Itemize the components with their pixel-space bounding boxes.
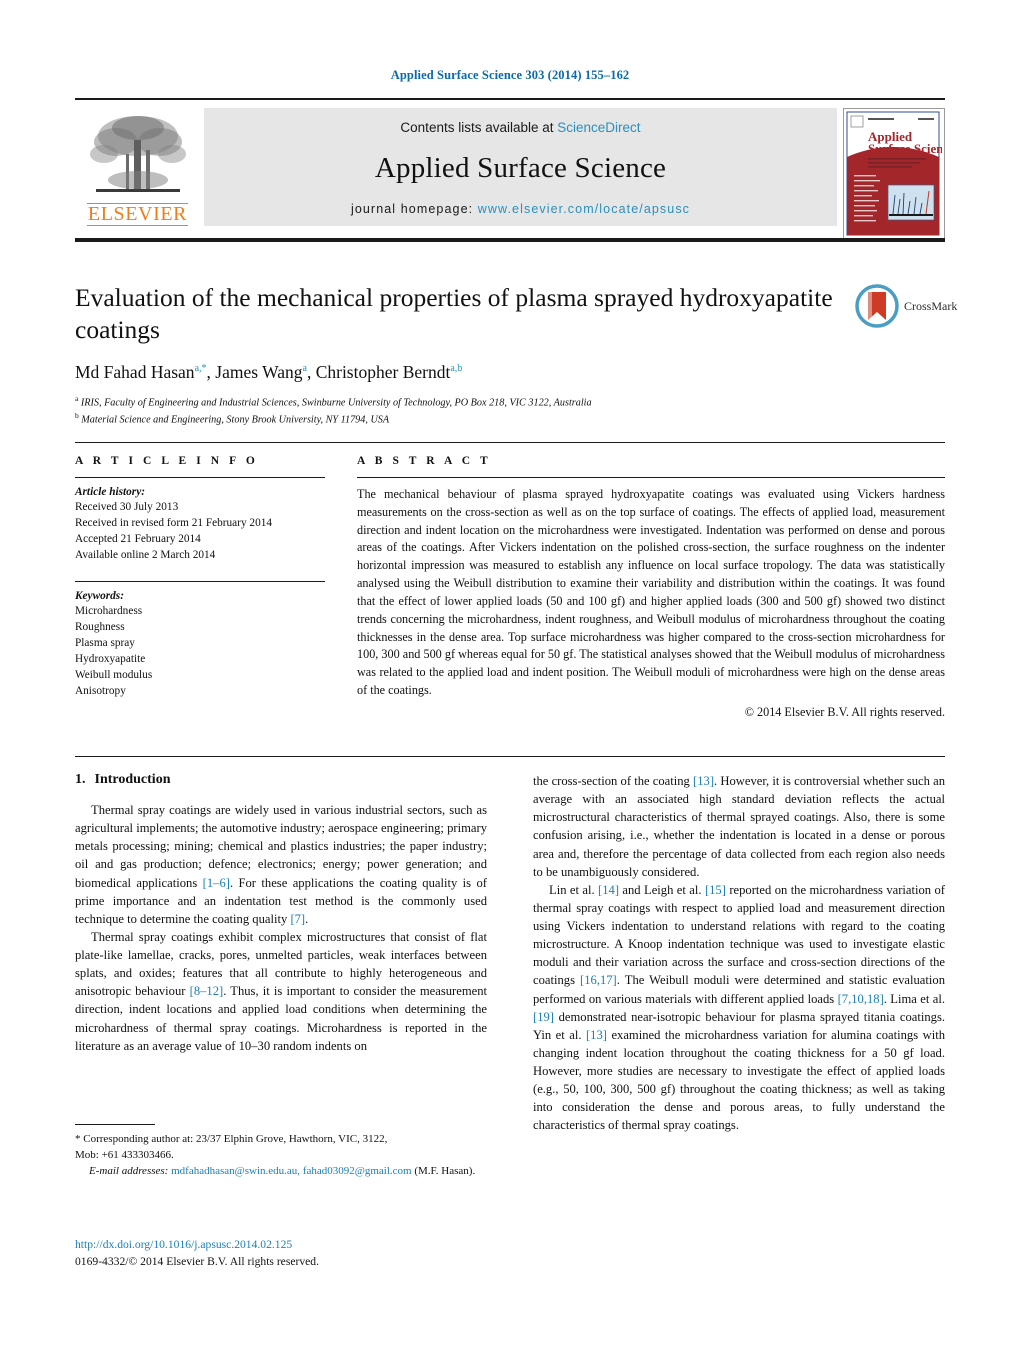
reference-link[interactable]: [19] — [533, 1010, 554, 1024]
article-info-section: A R T I C L E I N F O Article history: R… — [75, 455, 325, 699]
doi-link[interactable]: http://dx.doi.org/10.1016/j.apsusc.2014.… — [75, 1236, 575, 1253]
reference-link[interactable]: [7] — [290, 912, 305, 926]
abstract-text: The mechanical behaviour of plasma spray… — [357, 487, 945, 697]
email-links[interactable]: mdfahadhasan@swin.edu.au, fahad03092@gma… — [171, 1165, 412, 1177]
section-title: Introduction — [94, 772, 171, 787]
keyword-item: Roughness — [75, 621, 125, 634]
journal-masthead: ELSEVIER Contents lists available at Sci… — [75, 98, 945, 241]
keywords-label: Keywords: — [75, 590, 124, 603]
paragraph: Thermal spray coatings are widely used i… — [75, 803, 487, 926]
keyword-item: Anisotropy — [75, 685, 126, 698]
svg-text:Surface Science: Surface Science — [868, 141, 942, 156]
reference-link[interactable]: [14] — [598, 883, 619, 897]
paragraph: Thermal spray coatings exhibit complex m… — [75, 929, 487, 1053]
author-entry: Christopher Berndta,b — [316, 362, 463, 382]
contents-prefix: Contents lists available at — [400, 120, 554, 135]
journal-title: Applied Surface Science — [374, 152, 667, 184]
email-note: E-mail addresses: mdfahadhasan@swin.edu.… — [75, 1164, 487, 1180]
keywords-block: Keywords: Microhardness Roughness Plasma… — [75, 581, 325, 699]
article-history-item: Available online 2 March 2014 — [75, 549, 216, 562]
sciencedirect-link[interactable]: ScienceDirect — [557, 120, 640, 135]
article-info-rule — [75, 477, 325, 478]
elsevier-wordmark: ELSEVIER — [86, 203, 189, 226]
journal-cover-thumbnail: Applied Surface Science — [843, 108, 945, 241]
keywords-rule — [75, 581, 325, 583]
author-name: Md Fahad Hasan — [75, 362, 195, 383]
abstract-rule — [357, 477, 945, 478]
journal-band: Contents lists available at ScienceDirec… — [204, 108, 837, 226]
section-heading-introduction: 1. Introduction — [75, 772, 487, 788]
author-entry: Md Fahad Hasana,* — [75, 362, 207, 382]
title-block: Evaluation of the mechanical properties … — [75, 282, 835, 429]
affiliation-list: a IRIS, Faculty of Engineering and Indus… — [75, 394, 835, 428]
author-entry: James Wanga — [215, 362, 307, 382]
footnote-block: * Corresponding author at: 23/37 Elphin … — [75, 1124, 487, 1180]
affiliation-text: IRIS, Faculty of Engineering and Industr… — [80, 397, 592, 409]
body-column-left: 1. Introduction Thermal spray coatings ar… — [75, 772, 487, 1055]
reference-link[interactable]: [13] — [586, 1028, 607, 1042]
keyword-item: Hydroxyapatite — [75, 653, 146, 666]
elsevier-tree-icon — [89, 116, 186, 192]
author-affiliation-mark: a,* — [194, 363, 207, 375]
article-history-item: Received 30 July 2013 — [75, 501, 179, 513]
author-name: Christopher Berndt — [315, 362, 451, 383]
article-info-heading: A R T I C L E I N F O — [75, 455, 259, 467]
author-separator: , — [206, 362, 216, 383]
reference-link[interactable]: [16,17] — [580, 973, 617, 987]
body-column-right: the cross-section of the coating [13]. H… — [533, 772, 945, 1135]
contents-available-line: Contents lists available at ScienceDirec… — [400, 120, 640, 135]
author-list: Md Fahad Hasana,*, James Wanga, Christop… — [75, 362, 835, 383]
corresponding-author-line1: * Corresponding author at: 23/37 Elphin … — [75, 1133, 388, 1146]
keyword-item: Microhardness — [75, 605, 143, 618]
masthead-bottom-rule — [75, 238, 945, 242]
author-name: James Wang — [215, 362, 303, 383]
article-history-label: Article history: — [75, 486, 145, 498]
section-number: 1. — [75, 772, 86, 787]
abstract-copyright: © 2014 Elsevier B.V. All rights reserved… — [744, 704, 945, 719]
corresponding-author-note: * Corresponding author at: 23/37 Elphin … — [75, 1132, 487, 1164]
info-section-top-rule — [75, 442, 945, 444]
journal-homepage-link[interactable]: www.elsevier.com/locate/apsusc — [478, 202, 690, 216]
reference-link[interactable]: [15] — [705, 883, 726, 897]
journal-homepage-line: journal homepage: www.elsevier.com/locat… — [351, 202, 690, 216]
paragraph: Lin et al. [14] and Leigh et al. [15] re… — [533, 882, 946, 1133]
keyword-item: Plasma spray — [75, 637, 135, 650]
abstract-heading: A B S T R A C T — [357, 455, 492, 467]
issn-copyright-line: 0169-4332/© 2014 Elsevier B.V. All right… — [75, 1255, 319, 1269]
footnote-rule — [75, 1124, 155, 1126]
affiliation-mark: a — [75, 394, 79, 404]
paragraph: the cross-section of the coating [13]. H… — [533, 774, 945, 879]
email-label: E-mail addresses: — [89, 1165, 169, 1178]
article-history-item: Accepted 21 February 2014 — [75, 533, 201, 546]
reference-link[interactable]: [7,10,18] — [838, 992, 884, 1006]
abstract-section: A B S T R A C T The mechanical behaviour… — [357, 455, 945, 720]
running-head: Applied Surface Science 303 (2014) 155–1… — [390, 68, 630, 82]
cover-artwork-icon: Applied Surface Science — [844, 109, 944, 238]
doi-block: http://dx.doi.org/10.1016/j.apsusc.2014.… — [75, 1236, 575, 1271]
corresponding-author-line2: Mob: +61 433303466. — [75, 1149, 174, 1162]
reference-link[interactable]: [13] — [693, 774, 714, 788]
page-title: Evaluation of the mechanical properties … — [75, 283, 833, 344]
affiliation-mark: b — [75, 411, 79, 421]
affiliation-text: Material Science and Engineering, Stony … — [81, 414, 390, 426]
homepage-prefix: journal homepage: — [350, 202, 474, 216]
crossmark-icon — [855, 284, 899, 328]
keyword-item: Weibull modulus — [75, 669, 153, 682]
reference-link[interactable]: [1–6] — [203, 876, 230, 890]
crossmark-label: CrossMark — [904, 298, 958, 313]
affiliation-item: b Material Science and Engineering, Ston… — [75, 411, 835, 428]
email-attribution: (M.F. Hasan). — [414, 1165, 476, 1178]
journal-article-page: Applied Surface Science 303 (2014) 155–1… — [0, 0, 1020, 1351]
author-affiliation-mark: a,b — [450, 363, 463, 375]
elsevier-logo: ELSEVIER — [75, 108, 200, 241]
article-history-item: Received in revised form 21 February 201… — [75, 517, 273, 530]
affiliation-item: a IRIS, Faculty of Engineering and Indus… — [75, 394, 835, 411]
author-separator: , — [306, 362, 316, 383]
crossmark-badge[interactable]: CrossMark — [855, 283, 960, 329]
reference-link[interactable]: [8–12] — [190, 984, 224, 998]
body-top-rule — [75, 756, 945, 758]
